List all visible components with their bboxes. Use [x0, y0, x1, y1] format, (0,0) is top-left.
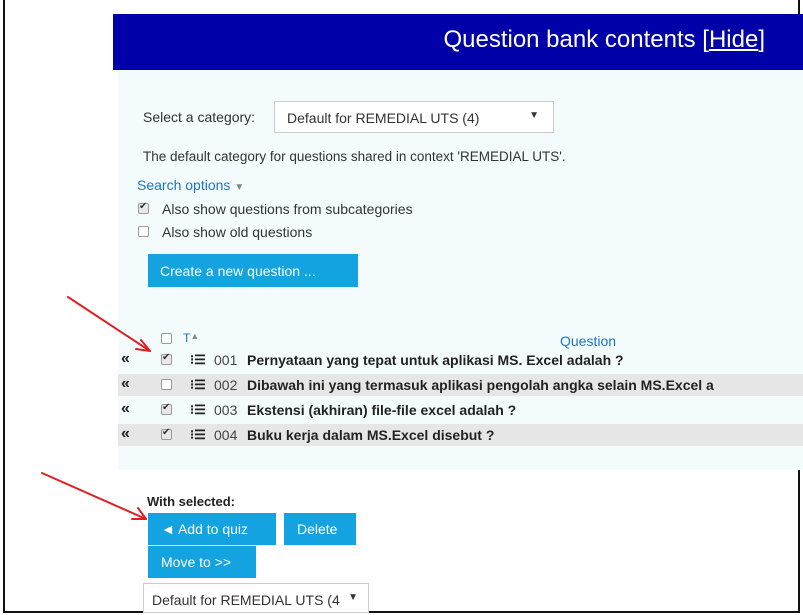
annotation-arrow-2: [41, 472, 147, 520]
annotation-arrows: [41, 296, 151, 520]
annotation-arrow-1: [67, 296, 151, 352]
